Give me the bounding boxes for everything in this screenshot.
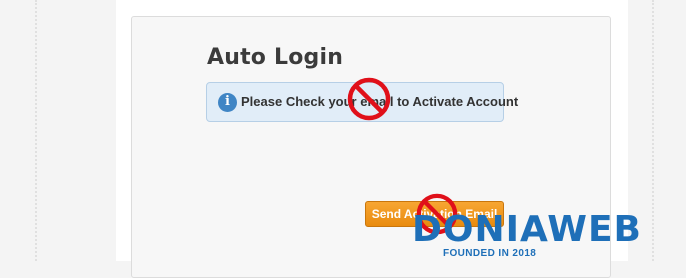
page-title: Auto Login [207,45,344,70]
watermark-tagline: FOUNDED IN 2018 [443,248,537,259]
no-entry-icon [347,77,391,121]
watermark-logo: DONIAWEB FOUNDED IN 2018 [412,209,682,261]
watermark-brand: DONIAWEB [412,209,642,250]
info-icon: i [218,93,237,112]
left-dotted-border [35,0,37,261]
